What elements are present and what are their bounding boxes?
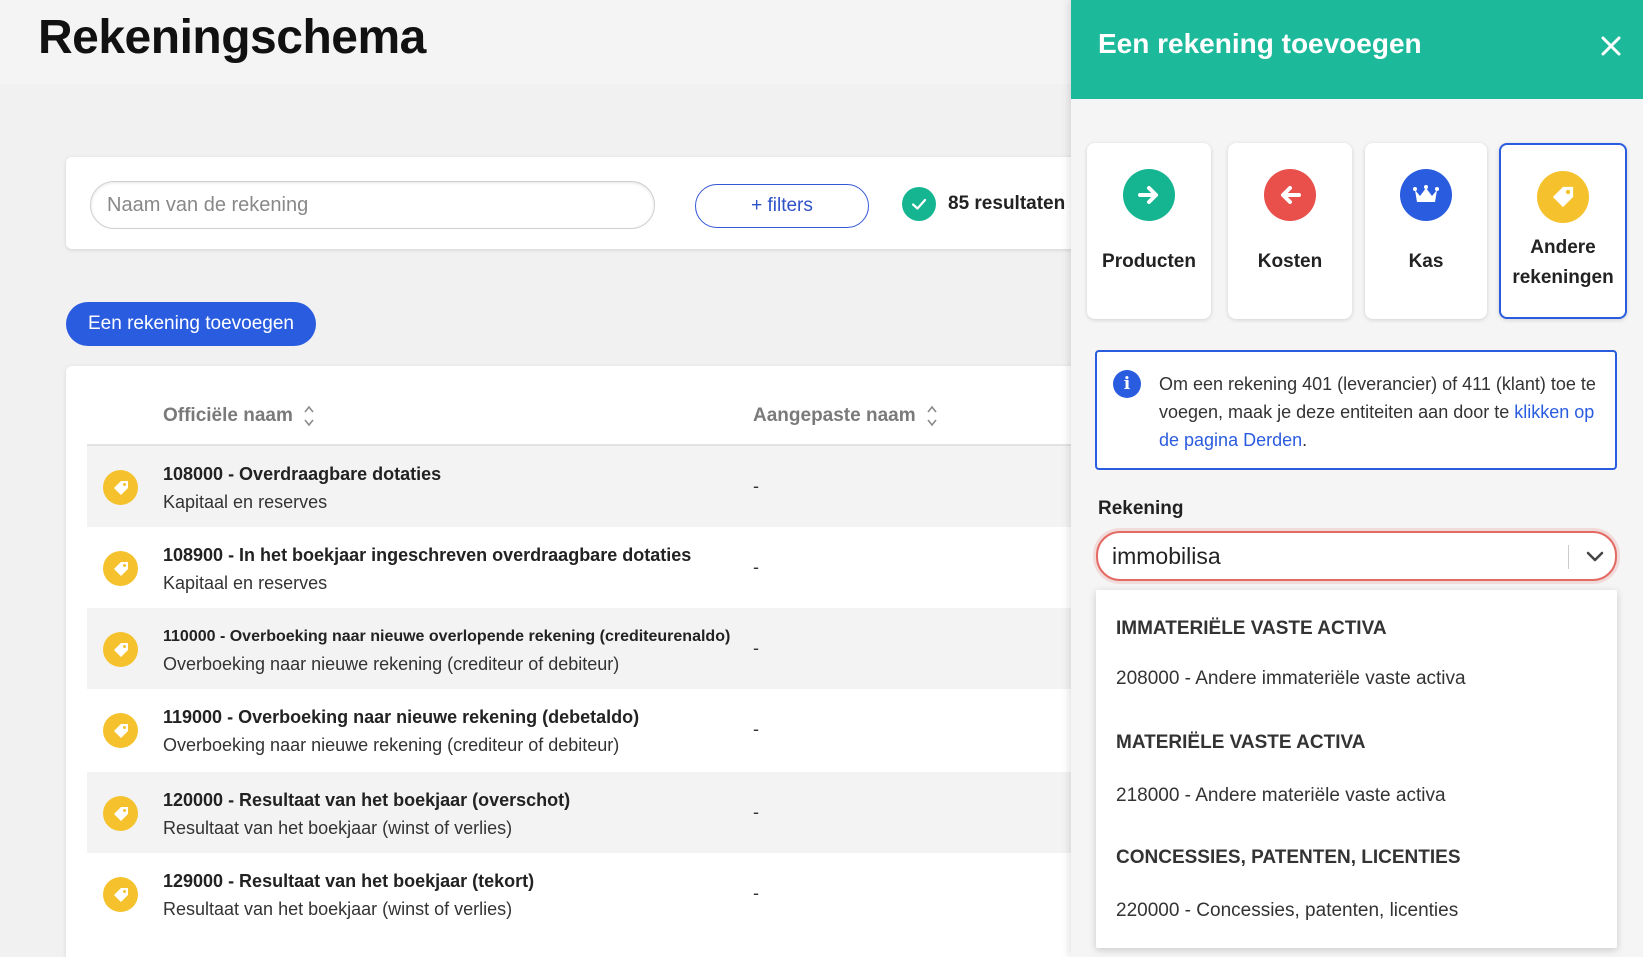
column-header-official-name[interactable]: Officiële naam	[163, 404, 315, 428]
page-title: Rekeningschema	[38, 11, 426, 64]
search-card: + filters 85 resultaten	[66, 157, 1086, 249]
row-subtitle: Kapitaal en reserves	[163, 492, 328, 512]
row-subtitle: Kapitaal en reserves	[163, 573, 328, 593]
type-card-kas[interactable]: Kas	[1365, 143, 1487, 319]
close-icon	[1601, 36, 1621, 56]
accounts-table: Officiële naam Aangepaste naam 108000 - …	[66, 366, 1087, 957]
tag-icon	[103, 470, 138, 505]
column-header-custom-name[interactable]: Aangepaste naam	[753, 404, 938, 428]
type-card-producten[interactable]: Producten	[1087, 143, 1211, 319]
add-account-button[interactable]: Een rekening toevoegen	[66, 302, 316, 346]
tag-icon	[103, 713, 138, 748]
row-custom-name: -	[753, 883, 759, 903]
account-dropdown: IMMATERIËLE VASTE ACTIVA 208000 - Andere…	[1096, 590, 1617, 948]
dropdown-option[interactable]: 218000 - Andere materiële vaste activa	[1116, 785, 1446, 807]
type-label: Andere rekeningen	[1512, 237, 1614, 288]
account-field-label: Rekening	[1098, 498, 1184, 519]
sort-icon	[926, 404, 938, 428]
row-title: 129000 - Resultaat van het boekjaar (tek…	[163, 871, 535, 891]
chevron-down-icon[interactable]	[1581, 543, 1609, 571]
dropdown-group-label: CONCESSIES, PATENTEN, LICENTIES	[1116, 847, 1461, 868]
tag-icon	[103, 796, 138, 831]
row-custom-name: -	[753, 719, 759, 739]
row-subtitle: Overboeking naar nieuwe rekening (credit…	[163, 735, 620, 755]
type-label: Kosten	[1257, 251, 1323, 272]
results-count: 85 resultaten	[902, 187, 1065, 221]
panel-title: Een rekening toevoegen	[1098, 28, 1422, 59]
row-custom-name: -	[753, 638, 759, 658]
row-title: 108000 - Overdraagbare dotaties	[163, 464, 442, 484]
type-label: Kas	[1408, 251, 1444, 272]
tag-icon	[103, 877, 138, 912]
type-card-andere-rekeningen[interactable]: Andere rekeningen	[1499, 143, 1627, 319]
add-account-panel: Een rekening toevoegen Producten Kosten …	[1071, 0, 1643, 957]
close-button[interactable]	[1591, 26, 1631, 66]
info-text: Om een rekening 401 (leverancier) of 411…	[1159, 374, 1596, 450]
dropdown-option[interactable]: 208000 - Andere immateriële vaste activa	[1116, 668, 1466, 690]
type-card-kosten[interactable]: Kosten	[1228, 143, 1352, 319]
arrow-left-icon	[1264, 169, 1316, 221]
results-label: 85 resultaten	[948, 193, 1066, 214]
table-row[interactable]: 108900 - In het boekjaar ingeschreven ov…	[87, 527, 1087, 608]
table-row[interactable]: 110000 - Overboeking naar nieuwe overlop…	[87, 608, 1087, 689]
tag-icon	[103, 551, 138, 586]
account-input[interactable]	[1112, 541, 1532, 571]
table-row[interactable]: 108000 - Overdraagbare dotaties Kapitaal…	[87, 446, 1087, 527]
dropdown-group-label: IMMATERIËLE VASTE ACTIVA	[1116, 618, 1387, 639]
combo-separator	[1568, 545, 1569, 569]
dropdown-option[interactable]: 220000 - Concessies, patenten, licenties	[1116, 900, 1458, 922]
info-box: i Om een rekening 401 (leverancier) of 4…	[1095, 350, 1617, 470]
tag-icon	[103, 632, 138, 667]
row-subtitle: Resultaat van het boekjaar (winst of ver…	[163, 818, 513, 838]
table-row[interactable]: 129000 - Resultaat van het boekjaar (tek…	[87, 853, 1087, 934]
row-title: 120000 - Resultaat van het boekjaar (ove…	[163, 790, 571, 810]
dropdown-group-label: MATERIËLE VASTE ACTIVA	[1116, 732, 1366, 753]
row-custom-name: -	[753, 557, 759, 577]
search-input[interactable]	[90, 181, 655, 229]
row-title: 108900 - In het boekjaar ingeschreven ov…	[163, 545, 692, 565]
row-subtitle: Overboeking naar nieuwe rekening (credit…	[163, 654, 620, 674]
row-title: 110000 - Overboeking naar nieuwe overlop…	[163, 628, 731, 645]
sort-icon	[303, 404, 315, 428]
row-custom-name: -	[753, 802, 759, 822]
panel-header: Een rekening toevoegen	[1071, 0, 1643, 99]
row-custom-name: -	[753, 476, 759, 496]
table-row[interactable]: 120000 - Resultaat van het boekjaar (ove…	[87, 772, 1087, 853]
tag-icon	[1537, 171, 1589, 223]
row-title: 119000 - Overboeking naar nieuwe rekenin…	[163, 707, 640, 727]
type-label: Producten	[1102, 251, 1196, 272]
arrow-right-icon	[1123, 169, 1175, 221]
crown-icon	[1400, 169, 1452, 221]
row-subtitle: Resultaat van het boekjaar (winst of ver…	[163, 899, 513, 919]
account-combobox[interactable]	[1096, 531, 1617, 581]
check-icon	[902, 187, 936, 221]
table-row[interactable]: 119000 - Overboeking naar nieuwe rekenin…	[87, 689, 1087, 770]
info-icon: i	[1113, 370, 1141, 398]
filters-button[interactable]: + filters	[695, 184, 869, 228]
